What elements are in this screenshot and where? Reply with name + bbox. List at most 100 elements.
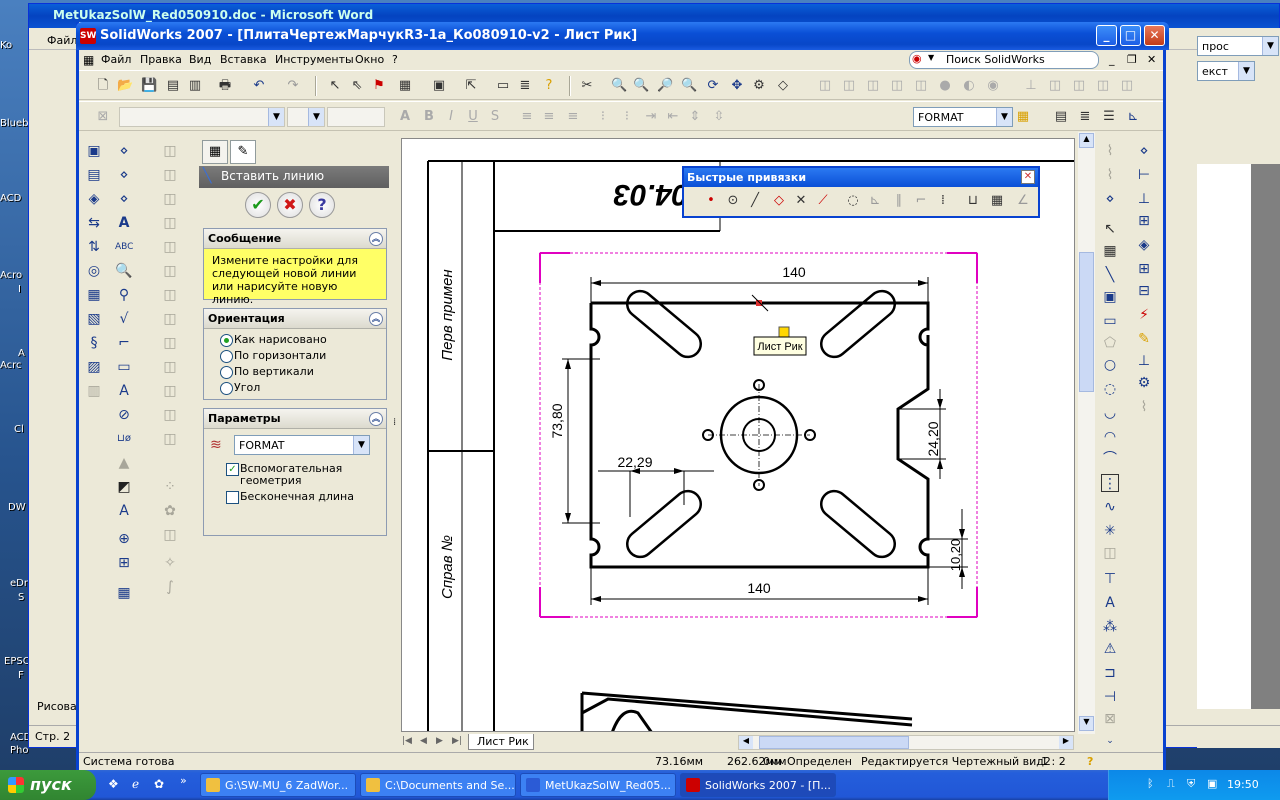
parallelogram-tool-icon[interactable]: ▭ [1101, 312, 1119, 330]
mirror-icon[interactable]: ◫ [161, 526, 179, 544]
line-style-icon[interactable]: ☰ [1101, 109, 1117, 125]
task-button-solidworks[interactable]: SolidWorks 2007 - [П... [680, 773, 836, 797]
datum-target-icon[interactable]: ⊘ [115, 406, 133, 424]
dimension-top[interactable]: 140 [782, 264, 806, 280]
arc-tool-icon[interactable]: ◌ [1101, 380, 1119, 398]
align-right-icon[interactable]: ≡ [565, 109, 581, 125]
zoom-to-fit-icon[interactable]: ✂ [579, 78, 595, 94]
font-color-icon[interactable]: A [397, 109, 413, 125]
rotate-view-icon[interactable]: ⟳ [705, 78, 721, 94]
tray-bluetooth-icon[interactable]: ᛒ [1147, 777, 1154, 790]
parallel-snap-icon[interactable]: ∥ [890, 192, 908, 210]
tray-network-icon[interactable]: ▣ [1207, 777, 1217, 790]
desktop-icon-label[interactable]: ACD [0, 193, 30, 204]
view-back-icon[interactable]: ◫ [1095, 78, 1111, 94]
polygon-tool-icon[interactable]: ⬠ [1101, 334, 1119, 352]
angle-snap-icon[interactable]: ∠ [1014, 192, 1032, 210]
make-drawing-icon[interactable]: ▤ [165, 78, 181, 94]
trim-icon[interactable]: ⊣ [1101, 688, 1119, 706]
spline-tool-icon[interactable]: ∿ [1101, 498, 1119, 516]
italic-icon[interactable]: I [443, 109, 459, 125]
format-painter-icon[interactable]: 🔍 [115, 262, 133, 280]
hv-lines-snap-icon[interactable]: ⌐ [912, 192, 930, 210]
feature-icon-1[interactable]: ◫ [161, 142, 179, 160]
save-icon[interactable]: 💾 [141, 78, 157, 94]
block-icon[interactable]: A [115, 502, 133, 520]
line-thickness-icon[interactable]: ≣ [1077, 109, 1093, 125]
section-view-icon[interactable]: ⊥ [1023, 78, 1039, 94]
zoom-in-out-icon[interactable]: 🔍 [633, 78, 649, 94]
orientation-horizontal-radio[interactable]: По горизонтали [204, 349, 386, 365]
desktop-icon-label[interactable]: Ko [0, 40, 30, 51]
font-size-combo[interactable]: ▼ [287, 107, 325, 127]
auxiliary-view-icon[interactable]: ⇆ [85, 214, 103, 232]
menu-tools[interactable]: Инструменты [275, 53, 354, 66]
sketch-fillet-icon[interactable]: ⌒ [1101, 450, 1119, 468]
search-dropdown-icon[interactable]: ▼ [928, 53, 934, 62]
properties-icon[interactable]: ≣ [517, 78, 533, 94]
start-button[interactable]: пуск [0, 770, 96, 800]
geometric-tolerance-icon[interactable]: ▭ [115, 358, 133, 376]
display-pane-icon[interactable]: ▭ [495, 78, 511, 94]
doc-restore-button[interactable]: ❐ [1127, 53, 1137, 66]
quicklaunch-icon-3[interactable]: ✿ [154, 777, 164, 791]
dimension-right[interactable]: 24,20 [925, 421, 941, 456]
clock[interactable]: 19:50 [1227, 778, 1259, 791]
sketch-icon[interactable]: ⌇ [1101, 142, 1119, 160]
curves-icon[interactable]: ∫ [161, 578, 179, 596]
collapse-icon[interactable]: ︽ [369, 232, 383, 246]
spell-check-icon[interactable]: ABC [115, 238, 133, 256]
scroll-thumb[interactable] [1079, 252, 1094, 392]
vertical-dim-icon[interactable]: ⊥ [1135, 190, 1153, 208]
menu-file[interactable]: Файл [101, 53, 131, 66]
select-sketch-icon[interactable]: ↖ [1101, 220, 1119, 238]
font-combo[interactable]: ▼ [119, 107, 285, 127]
grid-snap-icon[interactable]: ▦ [988, 192, 1006, 210]
hole-callout-icon[interactable]: ⊔ø [115, 430, 133, 448]
feature-icon-13[interactable]: ◫ [161, 430, 179, 448]
sketch-tools-icon[interactable]: ⌇ [1135, 398, 1153, 416]
help-button[interactable]: ? [309, 192, 335, 218]
table-icon[interactable]: ▦ [115, 584, 133, 602]
alternate-position-icon[interactable]: ▨ [85, 358, 103, 376]
roll-view-icon[interactable]: ⚙ [751, 78, 767, 94]
sheet-nav-next-icon[interactable]: ▶ [436, 736, 443, 746]
offset-entities-icon[interactable]: ⊐ [1101, 664, 1119, 682]
ok-button[interactable]: ✔ [245, 192, 271, 218]
autodimension-icon[interactable]: ⋄ [115, 166, 133, 184]
nearest-snap-icon[interactable]: ⟋ [814, 192, 832, 210]
sheet-nav-first-icon[interactable]: |◀ [402, 736, 412, 746]
dimension-right-small[interactable]: 10,20 [948, 539, 963, 572]
close-button[interactable]: ✕ [1144, 25, 1165, 46]
perpendicular-snap-icon[interactable]: ⊾ [866, 192, 884, 210]
panel-splitter-handle[interactable]: ⁞ [393, 417, 399, 437]
select-icon[interactable]: ↖ [327, 78, 343, 94]
search-input[interactable]: ◉ ▼ Поиск SolidWorks [909, 51, 1099, 69]
convert-entities-icon[interactable]: ⚠ [1101, 640, 1119, 658]
minimize-button[interactable]: _ [1096, 25, 1117, 46]
layer-select[interactable]: FORMAT ▼ [234, 435, 370, 455]
feature-icon-5[interactable]: ◫ [161, 238, 179, 256]
outdent-icon[interactable]: ⇤ [665, 109, 681, 125]
select-filter-icon[interactable]: ⇖ [349, 78, 365, 94]
word-style-combo[interactable]: екст ▼ [1197, 61, 1255, 81]
dimension-slot[interactable]: 22,29 [617, 454, 652, 470]
feature-icon-8[interactable]: ◫ [161, 310, 179, 328]
smart-dimension-icon[interactable]: ⋄ [115, 142, 133, 160]
display-style-icon[interactable]: ◫ [817, 78, 833, 94]
shadows-icon[interactable]: ◐ [961, 78, 977, 94]
line-tool-icon[interactable]: ╲ [1101, 266, 1119, 284]
projected-view-icon[interactable]: ◈ [85, 190, 103, 208]
weld-symbol-icon[interactable]: ⌐ [115, 334, 133, 352]
quicklaunch-icon-1[interactable]: ❖ [108, 777, 119, 791]
zoom-selection-icon[interactable]: 🔎 [657, 78, 673, 94]
graphics-vertical-scrollbar[interactable]: ▲ ▼ [1078, 132, 1095, 734]
bold-icon[interactable]: B [421, 109, 437, 125]
grid-icon[interactable]: ▦ [1101, 242, 1119, 260]
ground-icon[interactable]: ⊥ [1135, 352, 1153, 370]
length-snap-icon[interactable]: ⊔ [964, 192, 982, 210]
feature-icon-11[interactable]: ◫ [161, 382, 179, 400]
quicklaunch-more-icon[interactable]: » [180, 774, 187, 787]
open-file-icon[interactable]: 📂 [117, 78, 133, 94]
dimension-bottom[interactable]: 140 [747, 580, 771, 596]
